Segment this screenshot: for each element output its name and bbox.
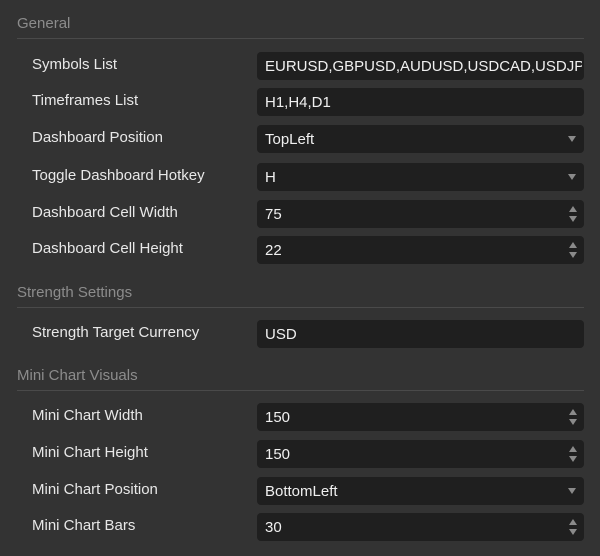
setting-label: Mini Chart Position [32, 481, 158, 498]
field-value: EURUSD,GBPUSD,AUDUSD,USDCAD,USDJPY [265, 58, 582, 75]
spin-down-icon[interactable] [569, 216, 577, 222]
strength-target-currency-input[interactable]: USD [257, 320, 584, 348]
dashboard-position-select[interactable]: TopLeft [257, 125, 584, 153]
field-value: USD [265, 326, 297, 343]
setting-row-toggle-dashboard-hotkey: Toggle Dashboard Hotkey H [0, 162, 600, 192]
setting-row-mini-chart-bars: Mini Chart Bars 30 [0, 512, 600, 542]
spin-up-icon[interactable] [569, 519, 577, 525]
mini-chart-bars-stepper[interactable]: 30 [257, 513, 584, 541]
mini-chart-height-stepper[interactable]: 150 [257, 440, 584, 468]
setting-row-mini-chart-position: Mini Chart Position BottomLeft [0, 476, 600, 506]
mini-chart-width-stepper[interactable]: 150 [257, 403, 584, 431]
symbols-list-input[interactable]: EURUSD,GBPUSD,AUDUSD,USDCAD,USDJPY [257, 52, 584, 80]
field-value: BottomLeft [265, 483, 338, 500]
spinner [569, 242, 577, 259]
spin-up-icon[interactable] [569, 446, 577, 452]
spinner [569, 446, 577, 463]
mini-chart-position-select[interactable]: BottomLeft [257, 477, 584, 505]
spin-down-icon[interactable] [569, 252, 577, 258]
spin-down-icon[interactable] [569, 529, 577, 535]
setting-label: Dashboard Cell Width [32, 204, 178, 221]
spin-down-icon[interactable] [569, 456, 577, 462]
spin-up-icon[interactable] [569, 409, 577, 415]
field-value: 75 [265, 206, 282, 223]
setting-row-symbols-list: Symbols List EURUSD,GBPUSD,AUDUSD,USDCAD… [0, 51, 600, 81]
section-title-strength-settings: Strength Settings [17, 284, 133, 301]
field-value: 150 [265, 446, 291, 463]
field-value: H1,H4,D1 [265, 94, 331, 111]
field-value: TopLeft [265, 131, 315, 148]
section-title-mini-chart-visuals: Mini Chart Visuals [17, 367, 138, 384]
setting-row-dashboard-cell-height: Dashboard Cell Height 22 [0, 235, 600, 265]
spinner [569, 519, 577, 536]
setting-label: Mini Chart Height [32, 444, 148, 461]
setting-row-dashboard-cell-width: Dashboard Cell Width 75 [0, 199, 600, 229]
toggle-dashboard-hotkey-select[interactable]: H [257, 163, 584, 191]
timeframes-list-input[interactable]: H1,H4,D1 [257, 88, 584, 116]
settings-panel: General Symbols List EURUSD,GBPUSD,AUDUS… [0, 0, 600, 556]
setting-label: Mini Chart Width [32, 407, 143, 424]
setting-label: Dashboard Cell Height [32, 240, 183, 257]
chevron-down-icon[interactable] [568, 136, 576, 142]
section-header-strength-settings: Strength Settings [17, 280, 584, 308]
setting-label: Mini Chart Bars [32, 517, 136, 534]
dashboard-cell-height-stepper[interactable]: 22 [257, 236, 584, 264]
field-value: 150 [265, 409, 291, 426]
spin-down-icon[interactable] [569, 419, 577, 425]
spin-up-icon[interactable] [569, 242, 577, 248]
section-header-general: General [17, 11, 584, 39]
chevron-down-icon[interactable] [568, 488, 576, 494]
field-value: 30 [265, 519, 282, 536]
section-title-general: General [17, 15, 71, 32]
spinner [569, 409, 577, 426]
setting-row-dashboard-position: Dashboard Position TopLeft [0, 124, 600, 154]
setting-row-mini-chart-width: Mini Chart Width 150 [0, 402, 600, 432]
section-header-mini-chart-visuals: Mini Chart Visuals [17, 363, 584, 391]
spinner [569, 206, 577, 223]
chevron-down-icon[interactable] [568, 174, 576, 180]
setting-label: Strength Target Currency [32, 324, 200, 341]
dashboard-cell-width-stepper[interactable]: 75 [257, 200, 584, 228]
field-value: H [265, 169, 276, 186]
setting-label: Dashboard Position [32, 129, 163, 146]
setting-label: Symbols List [32, 56, 118, 73]
setting-label: Toggle Dashboard Hotkey [32, 167, 205, 184]
setting-row-strength-target-currency: Strength Target Currency USD [0, 319, 600, 349]
spin-up-icon[interactable] [569, 206, 577, 212]
setting-row-mini-chart-height: Mini Chart Height 150 [0, 439, 600, 469]
setting-row-timeframes-list: Timeframes List H1,H4,D1 [0, 87, 600, 117]
setting-label: Timeframes List [32, 92, 139, 109]
field-value: 22 [265, 242, 282, 259]
